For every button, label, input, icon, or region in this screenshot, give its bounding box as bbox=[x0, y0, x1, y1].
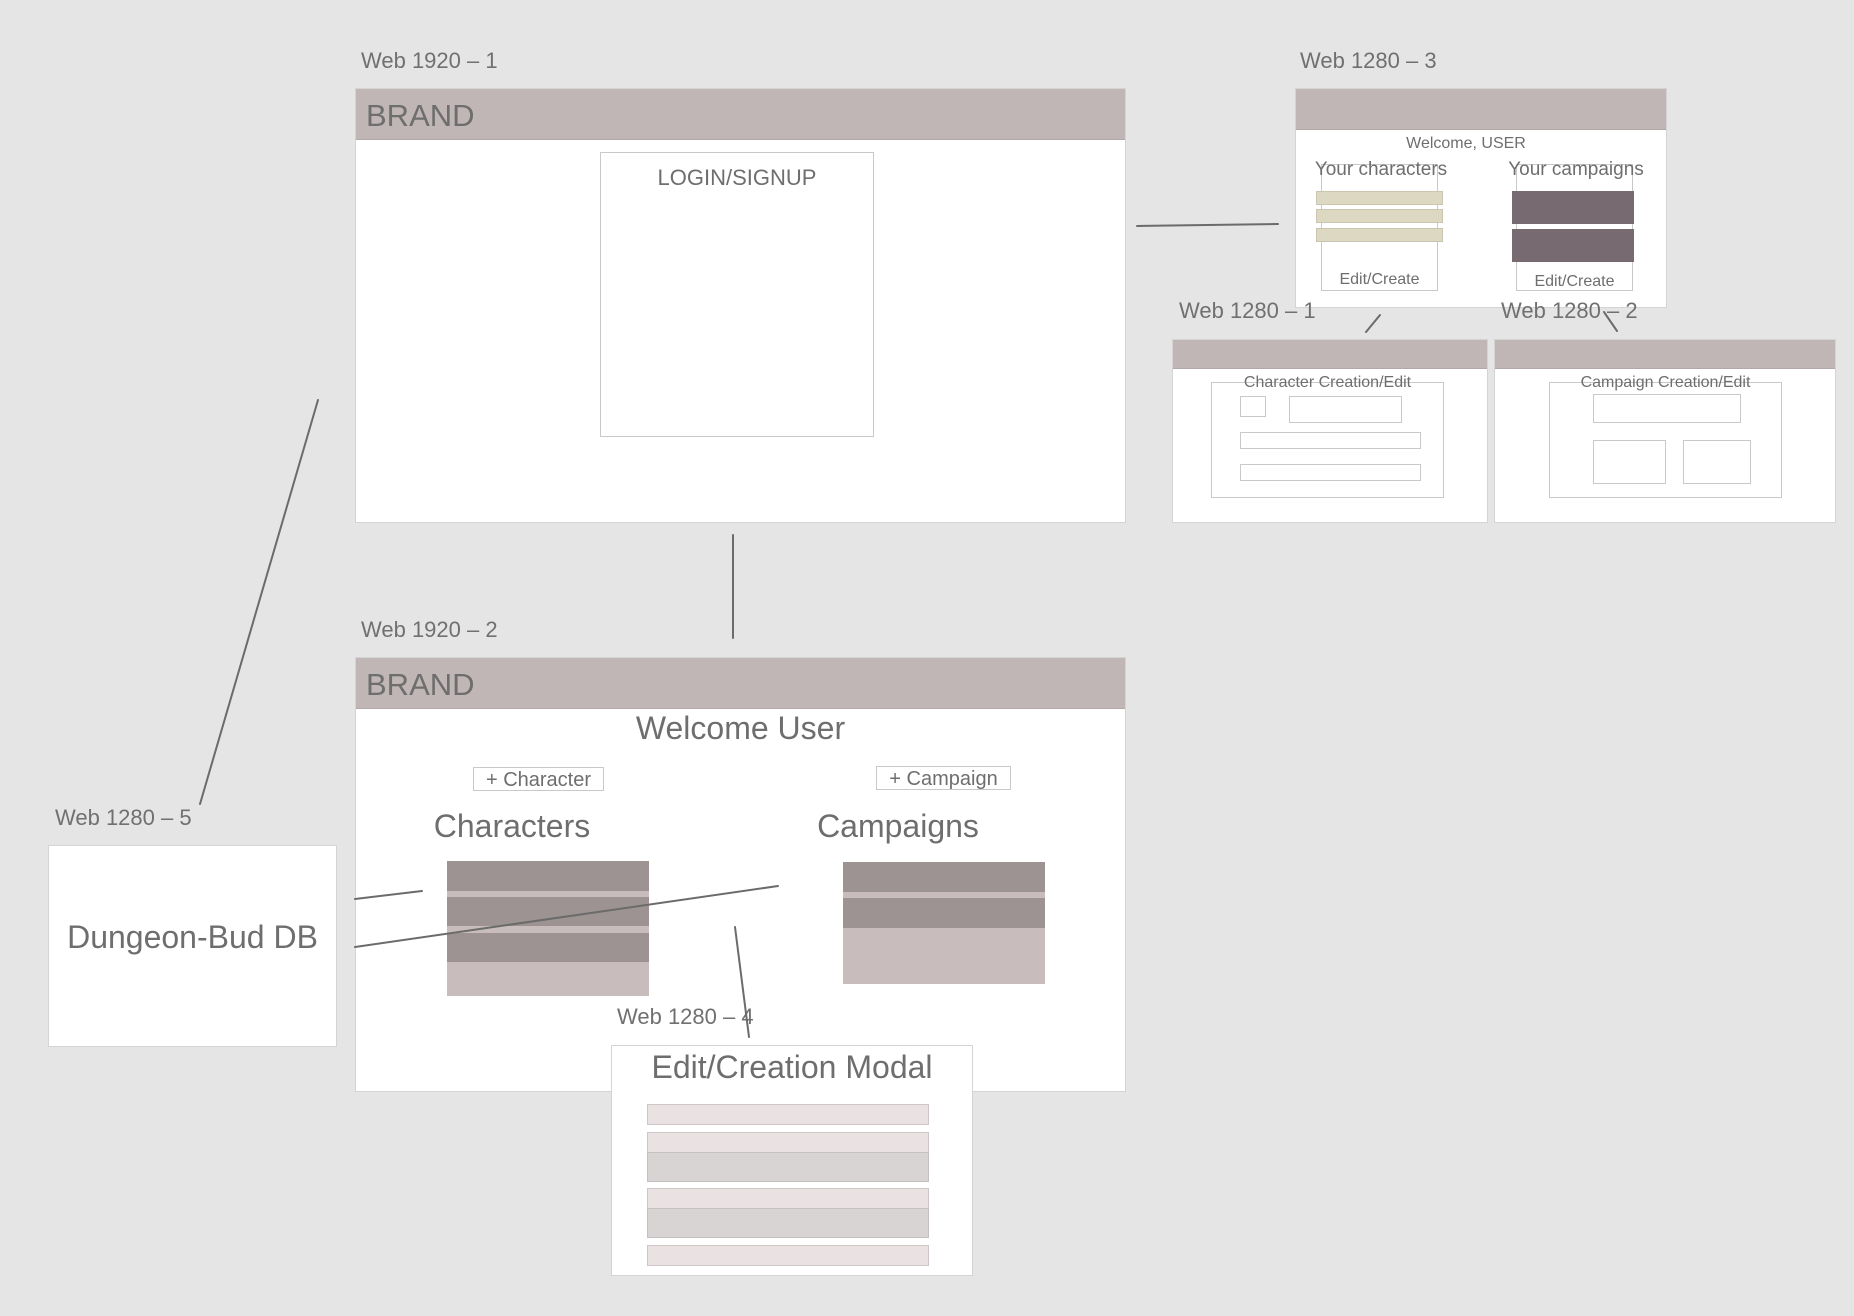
add-campaign-label: + Campaign bbox=[889, 768, 998, 790]
frame-label-web1280-5: Web 1280 – 5 bbox=[55, 805, 192, 830]
character-row[interactable] bbox=[447, 933, 649, 962]
campaign-field[interactable] bbox=[1593, 440, 1666, 484]
modal-field[interactable] bbox=[647, 1132, 929, 1153]
campaign-row[interactable] bbox=[1512, 229, 1634, 262]
campaign-row[interactable] bbox=[843, 898, 1045, 928]
character-row[interactable] bbox=[1316, 209, 1443, 223]
connector-login-to-compact bbox=[1136, 223, 1279, 227]
frame-label-web1280-2: Web 1280 – 2 bbox=[1501, 298, 1638, 323]
character-row[interactable] bbox=[1316, 191, 1443, 205]
character-field[interactable] bbox=[1240, 432, 1421, 449]
compact-dashboard-artboard: Welcome, USER Your characters Edit/Creat… bbox=[1295, 88, 1667, 308]
character-portrait-field[interactable] bbox=[1240, 396, 1266, 417]
login-signup-box[interactable]: LOGIN/SIGNUP bbox=[600, 152, 874, 437]
modal-field[interactable] bbox=[647, 1152, 929, 1182]
compact-welcome: Welcome, USER bbox=[1406, 135, 1526, 152]
frame-label-web1920-1: Web 1920 – 1 bbox=[361, 48, 498, 73]
modal-title: Edit/Creation Modal bbox=[651, 1049, 933, 1085]
brand-header bbox=[1296, 89, 1666, 130]
brand-logo-text: BRAND bbox=[366, 667, 475, 702]
modal-field[interactable] bbox=[647, 1245, 929, 1266]
frame-label-web1920-2: Web 1920 – 2 bbox=[361, 617, 498, 642]
edit-create-characters-link[interactable]: Edit/Create bbox=[1321, 271, 1438, 289]
brand-header: BRAND bbox=[356, 658, 1125, 709]
campaign-name-field[interactable] bbox=[1593, 394, 1741, 423]
add-character-button[interactable]: + Character bbox=[473, 767, 604, 791]
connector-compact-to-character bbox=[1365, 314, 1381, 333]
add-character-label: + Character bbox=[485, 769, 592, 791]
add-campaign-button[interactable]: + Campaign bbox=[876, 766, 1011, 790]
campaign-row[interactable] bbox=[843, 862, 1045, 892]
character-row[interactable] bbox=[447, 897, 649, 926]
login-artboard: BRAND LOGIN/SIGNUP bbox=[355, 88, 1126, 523]
welcome-heading: Welcome User bbox=[635, 710, 846, 746]
frame-label-web1280-4: Web 1280 – 4 bbox=[617, 1004, 754, 1029]
database-artboard: Dungeon-Bud DB bbox=[48, 845, 337, 1047]
connector-db-to-login bbox=[199, 399, 319, 805]
campaign-row[interactable] bbox=[1512, 191, 1634, 224]
character-row[interactable] bbox=[447, 861, 649, 891]
campaign-field[interactable] bbox=[1683, 440, 1751, 484]
brand-logo-text: BRAND bbox=[366, 98, 475, 133]
login-signup-title: LOGIN/SIGNUP bbox=[657, 165, 817, 190]
edit-creation-modal: Edit/Creation Modal bbox=[611, 1045, 973, 1276]
characters-heading: Characters bbox=[433, 808, 591, 844]
character-form-title: Character Creation/Edit bbox=[1243, 374, 1412, 391]
edit-create-campaigns-link[interactable]: Edit/Create bbox=[1516, 273, 1633, 291]
modal-field[interactable] bbox=[647, 1104, 929, 1125]
brand-header: BRAND bbox=[356, 89, 1125, 140]
frame-label-web1280-1: Web 1280 – 1 bbox=[1179, 298, 1316, 323]
your-campaigns-heading: Your campaigns bbox=[1508, 159, 1644, 180]
modal-field[interactable] bbox=[647, 1188, 929, 1209]
your-characters-heading: Your characters bbox=[1314, 159, 1448, 180]
campaigns-card bbox=[1516, 164, 1633, 291]
campaigns-heading: Campaigns bbox=[817, 808, 979, 844]
character-field[interactable] bbox=[1240, 464, 1421, 481]
campaign-form-title: Campaign Creation/Edit bbox=[1580, 374, 1751, 391]
frame-label-web1280-3: Web 1280 – 3 bbox=[1300, 48, 1437, 73]
character-row[interactable] bbox=[1316, 228, 1443, 242]
database-title: Dungeon-Bud DB bbox=[67, 919, 318, 955]
brand-header bbox=[1173, 340, 1487, 369]
modal-field[interactable] bbox=[647, 1208, 929, 1238]
brand-header bbox=[1495, 340, 1835, 369]
character-edit-artboard: Character Creation/Edit bbox=[1172, 339, 1488, 523]
character-name-field[interactable] bbox=[1289, 396, 1402, 423]
campaign-edit-artboard: Campaign Creation/Edit bbox=[1494, 339, 1836, 523]
